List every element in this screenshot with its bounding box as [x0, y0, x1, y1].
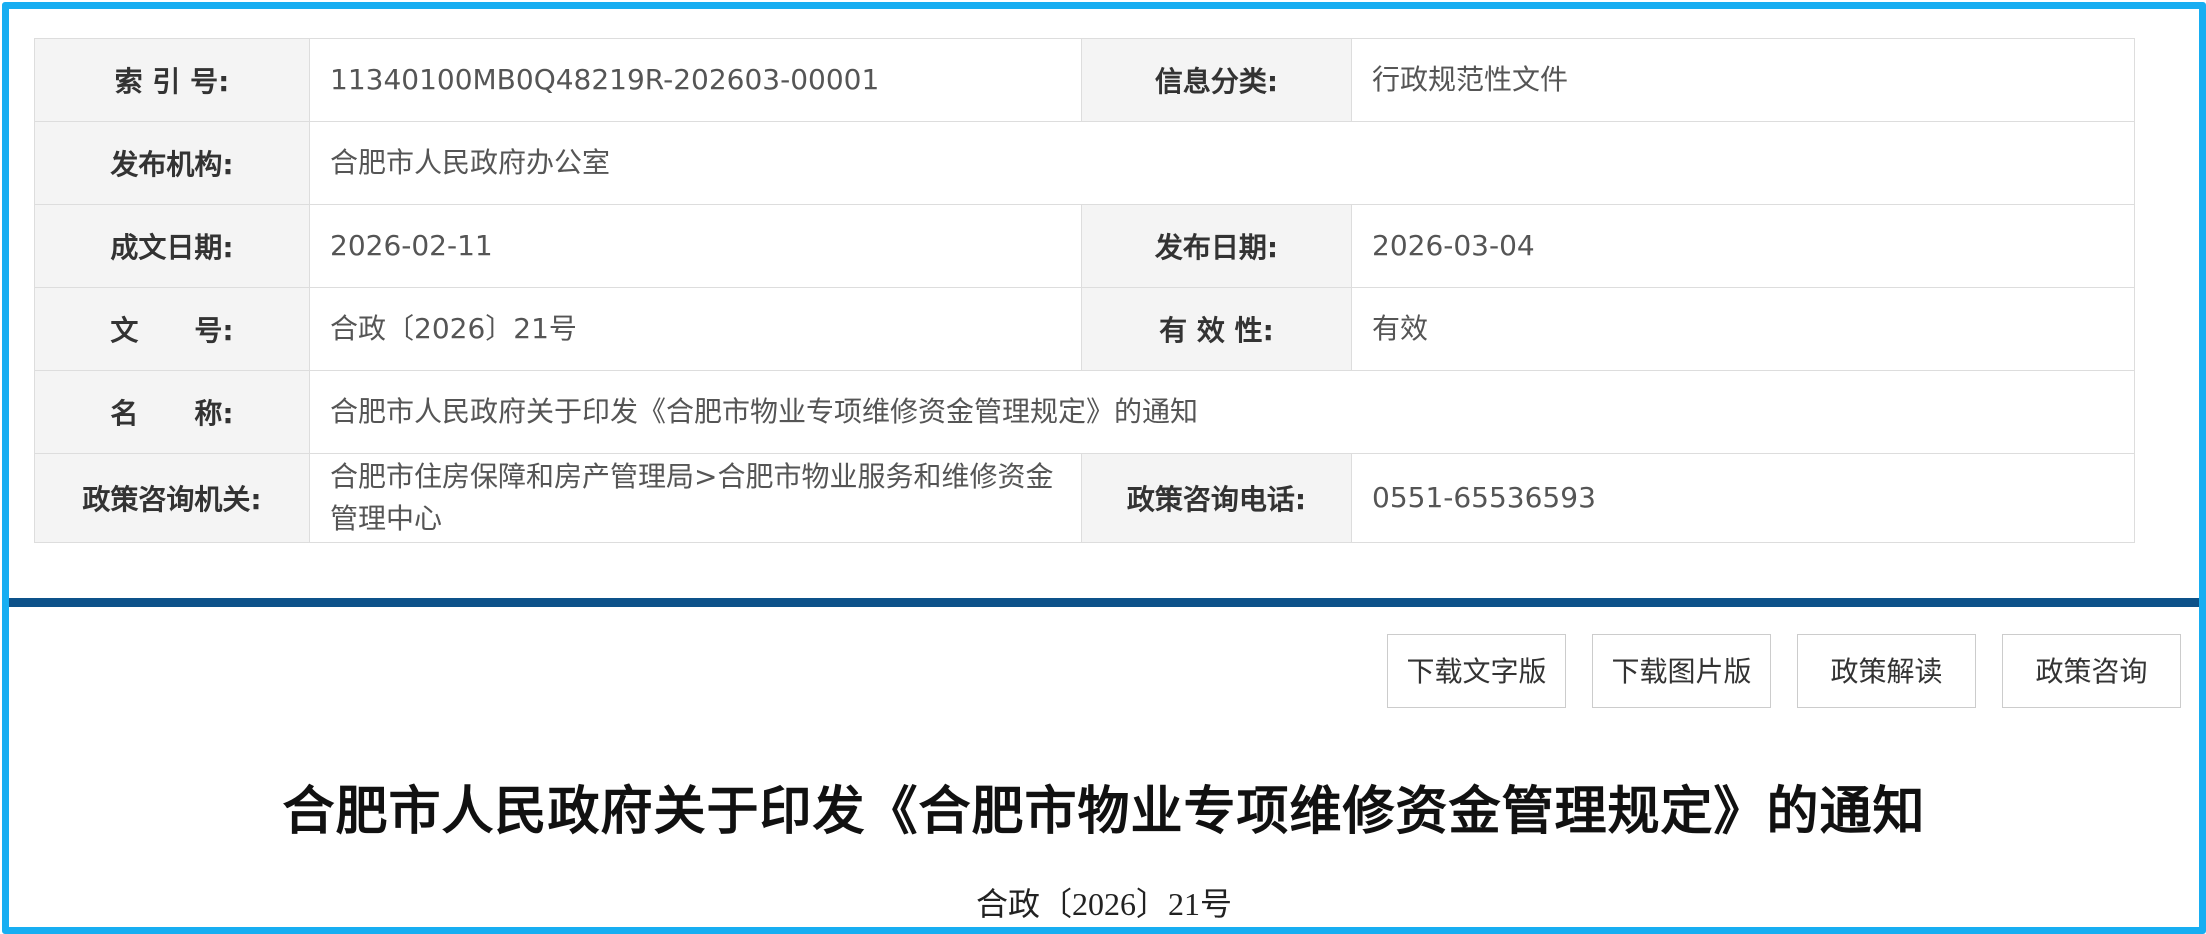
download-image-button[interactable]: 下载图片版	[1592, 634, 1771, 708]
metadata-row-consult: 政策咨询机关: 合肥市住房保障和房产管理局>合肥市物业服务和维修资金管理中心 政…	[34, 453, 2135, 543]
validity-value: 有效	[1351, 287, 2135, 371]
metadata-row-publisher: 发布机构: 合肥市人民政府办公室	[34, 121, 2135, 205]
publish-date-label: 发布日期:	[1081, 204, 1352, 288]
policy-interpretation-button[interactable]: 政策解读	[1797, 634, 1976, 708]
metadata-row-name: 名 称: 合肥市人民政府关于印发《合肥市物业专项维修资金管理规定》的通知	[34, 370, 2135, 454]
publish-date-value: 2026-03-04	[1351, 204, 2135, 288]
category-value: 行政规范性文件	[1351, 38, 2135, 122]
name-value: 合肥市人民政府关于印发《合肥市物业专项维修资金管理规定》的通知	[309, 370, 2135, 454]
consult-org-value: 合肥市住房保障和房产管理局>合肥市物业服务和维修资金管理中心	[309, 453, 1082, 543]
category-label: 信息分类:	[1081, 38, 1352, 122]
written-date-label: 成文日期:	[34, 204, 310, 288]
consult-phone-label: 政策咨询电话:	[1081, 453, 1352, 543]
metadata-row-index: 索 引 号: 11340100MB0Q48219R-202603-00001 信…	[34, 38, 2135, 122]
publisher-label: 发布机构:	[34, 121, 310, 205]
doc-no-label: 文 号:	[34, 287, 310, 371]
consult-org-label: 政策咨询机关:	[34, 453, 310, 543]
document-number: 合政〔2026〕21号	[975, 886, 1232, 922]
policy-consult-button[interactable]: 政策咨询	[2002, 634, 2181, 708]
written-date-value: 2026-02-11	[309, 204, 1082, 288]
metadata-row-docno: 文 号: 合政〔2026〕21号 有 效 性: 有效	[34, 287, 2135, 371]
doc-no-value: 合政〔2026〕21号	[309, 287, 1082, 371]
download-text-button[interactable]: 下载文字版	[1387, 634, 1566, 708]
validity-label: 有 效 性:	[1081, 287, 1352, 371]
index-no-label: 索 引 号:	[34, 38, 310, 122]
publisher-value: 合肥市人民政府办公室	[309, 121, 2135, 205]
consult-phone-value: 0551-65536593	[1351, 453, 2135, 543]
name-label: 名 称:	[34, 370, 310, 454]
content-frame: 索 引 号: 11340100MB0Q48219R-202603-00001 信…	[2, 2, 2206, 934]
index-no-value: 11340100MB0Q48219R-202603-00001	[309, 38, 1082, 122]
document-metadata-table: 索 引 号: 11340100MB0Q48219R-202603-00001 信…	[34, 38, 2135, 543]
section-divider	[9, 598, 2199, 607]
metadata-row-dates: 成文日期: 2026-02-11 发布日期: 2026-03-04	[34, 204, 2135, 288]
document-title: 合肥市人民政府关于印发《合肥市物业专项维修资金管理规定》的通知	[282, 781, 1926, 842]
